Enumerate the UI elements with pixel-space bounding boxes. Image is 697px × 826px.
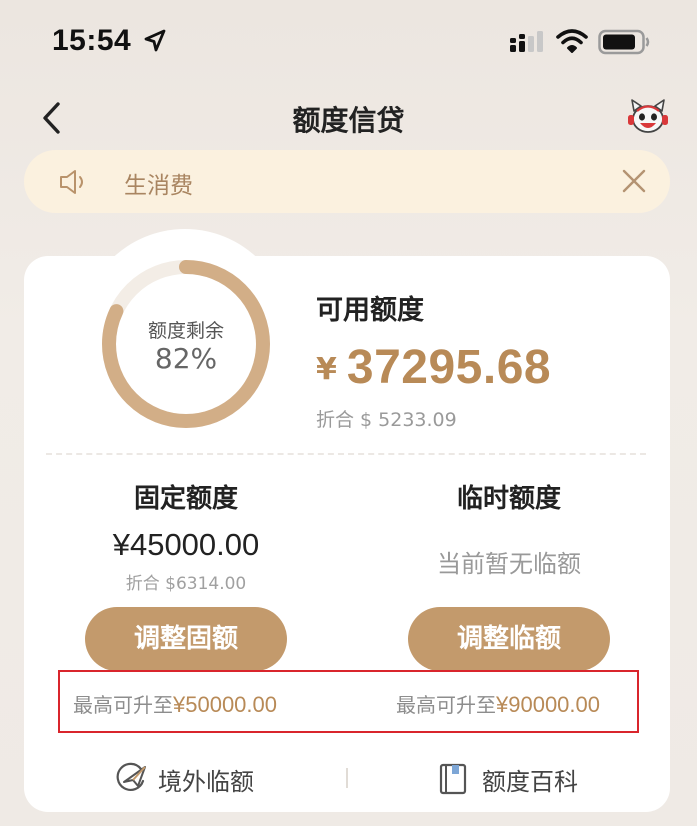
status-time: 15:54 (52, 24, 132, 57)
nav-bar: 额度信贷 (0, 85, 697, 147)
fixed-max-prefix: 最高可升至 (73, 693, 173, 717)
temporary-max-prefix: 最高可升至 (396, 693, 496, 717)
dashed-divider (46, 453, 646, 455)
ring-percent: 82% (154, 342, 218, 375)
available-amount: ¥37295.68 (316, 340, 551, 395)
battery-icon (598, 29, 650, 55)
fixed-max-limit: 最高可升至¥50000.00 (73, 689, 277, 718)
fixed-max-value: ¥50000.00 (173, 692, 277, 717)
wifi-icon (556, 29, 588, 53)
temporary-max-value: ¥90000.00 (496, 692, 600, 717)
currency-symbol: ¥ (316, 352, 337, 387)
fixed-column: 固定额度 (36, 478, 336, 514)
speaker-icon (60, 170, 83, 194)
temporary-title: 临时额度 (456, 484, 561, 514)
ring-label: 额度剩余 (147, 320, 224, 342)
mascot-service-icon[interactable] (626, 97, 670, 137)
plane-globe-icon (116, 762, 146, 791)
fixed-converted: 折合 $6314.00 (125, 574, 247, 594)
close-icon[interactable] (620, 167, 648, 195)
fixed-amount: ¥45000.00 (112, 527, 260, 562)
adjust-fixed-button[interactable]: 调整固额 (85, 607, 287, 671)
page-title: 额度信贷 (292, 104, 405, 137)
temporary-max-limit: 最高可升至¥90000.00 (396, 689, 600, 718)
available-converted: 折合 $ 5233.09 (316, 409, 457, 431)
available-amount-value: 37295.68 (346, 341, 552, 394)
temporary-column: 临时额度 (359, 478, 659, 514)
book-icon (439, 763, 467, 795)
encyclopedia-label: 额度百科 (482, 768, 578, 796)
signal-icon (510, 31, 543, 52)
overseas-label: 境外临额 (158, 768, 254, 796)
adjust-temporary-button[interactable]: 调整临额 (408, 607, 610, 671)
bottom-divider (346, 768, 348, 788)
notice-bar[interactable]: 生消费 (24, 150, 670, 213)
fixed-title: 固定额度 (133, 484, 238, 514)
notice-text: 生消费 (124, 173, 193, 199)
temporary-status: 当前暂无临额 (437, 550, 581, 578)
location-arrow-icon (144, 29, 166, 52)
available-label: 可用额度 (316, 295, 424, 326)
status-bar: 15:54 (0, 0, 697, 80)
